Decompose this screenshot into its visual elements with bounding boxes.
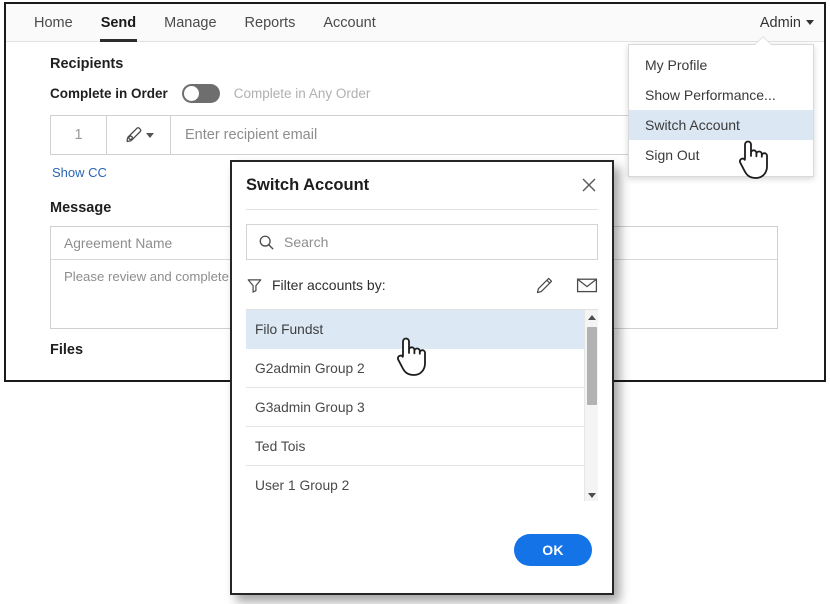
dialog-title: Switch Account [246,176,370,194]
list-item[interactable]: Filo Fundst [246,310,584,349]
list-item[interactable]: User 1 Group 2 [246,466,584,501]
account-search-field[interactable]: Search [246,224,598,260]
filter-accounts-label: Filter accounts by: [272,277,386,293]
dialog-header: Switch Account [232,162,612,209]
recipient-role-selector[interactable] [107,116,171,154]
ok-button[interactable]: OK [514,534,592,566]
complete-order-toggle[interactable] [181,83,220,103]
complete-in-order-label: Complete in Order [50,85,168,101]
pencil-glyph [536,277,553,293]
account-list-scrollbar[interactable] [584,310,598,501]
nav-item-reports[interactable]: Reports [231,4,310,42]
dialog-footer: OK [232,507,612,593]
list-item[interactable]: G2admin Group 2 [246,349,584,388]
chevron-down-icon [146,132,154,138]
complete-in-any-order-label: Complete in Any Order [233,85,371,101]
close-icon[interactable] [580,176,598,194]
admin-dropdown-menu: My Profile Show Performance... Switch Ac… [628,37,814,177]
recipient-index: 1 [51,116,107,154]
filter-funnel-icon[interactable] [246,277,263,294]
envelope-icon[interactable] [576,276,598,294]
list-item[interactable]: Ted Tois [246,427,584,466]
switch-account-dialog: Switch Account Search Filter accounts by… [230,160,614,595]
menu-item-switch-account[interactable]: Switch Account [629,110,813,140]
admin-menu-label: Admin [759,15,801,31]
signature-pen-icon [126,127,142,143]
nav-item-manage[interactable]: Manage [150,4,230,42]
nav-items: Home Send Manage Reports Account [20,4,390,42]
nav-item-home[interactable]: Home [20,4,87,42]
close-glyph [582,178,596,192]
dialog-divider [246,209,598,210]
scroll-up-arrow-icon[interactable] [585,310,598,324]
show-cc-link[interactable]: Show CC [52,165,107,180]
menu-item-sign-out[interactable]: Sign Out [629,140,813,170]
scroll-down-arrow-icon[interactable] [585,488,598,501]
menu-item-show-performance[interactable]: Show Performance... [629,80,813,110]
dropdown-pointer [755,37,771,45]
menu-item-my-profile[interactable]: My Profile [629,50,813,80]
list-item[interactable]: G3admin Group 3 [246,388,584,427]
top-navigation-bar: Home Send Manage Reports Account Admin [6,4,824,42]
account-list[interactable]: Filo Fundst G2admin Group 2 G3admin Grou… [246,309,598,501]
nav-item-send[interactable]: Send [87,4,150,42]
chevron-down-icon [806,19,814,25]
screenshot-root: Home Send Manage Reports Account Admin R… [0,0,830,604]
filter-actions [535,276,598,295]
toggle-knob [183,85,199,101]
pencil-icon[interactable] [535,276,554,295]
search-icon [259,235,274,250]
nav-item-account[interactable]: Account [309,4,389,42]
filter-accounts-row: Filter accounts by: [246,273,598,297]
envelope-glyph [576,278,598,293]
scrollbar-thumb[interactable] [587,327,597,405]
search-placeholder-text: Search [284,234,329,250]
